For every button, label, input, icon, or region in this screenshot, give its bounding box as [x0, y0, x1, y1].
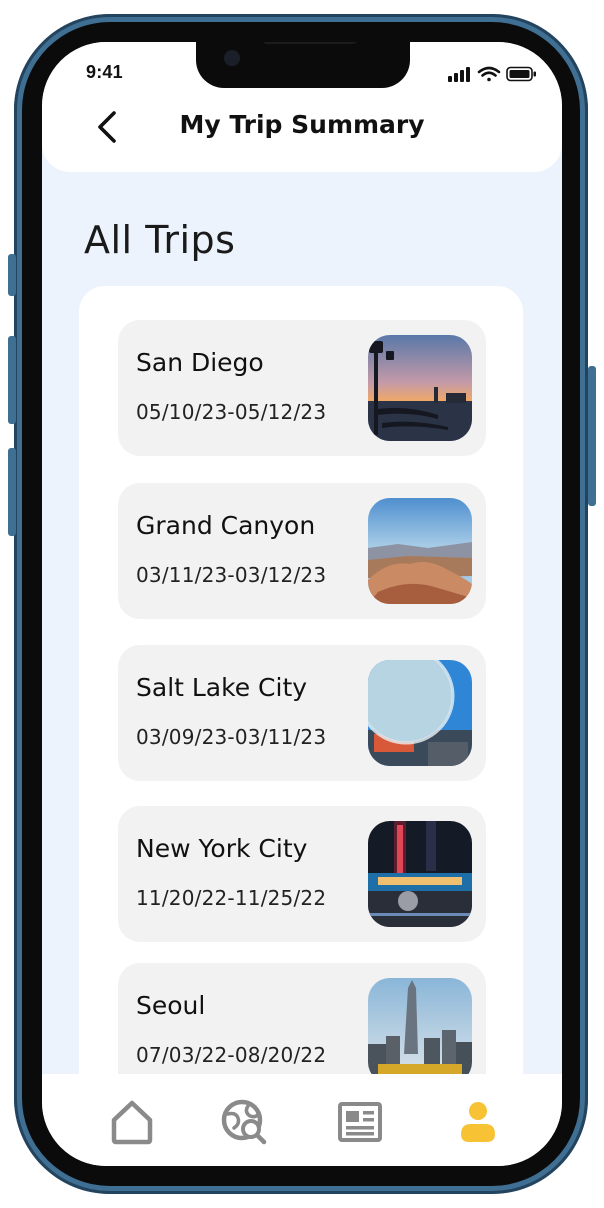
battery-icon — [506, 66, 536, 82]
trip-name: New York City — [136, 834, 308, 863]
trip-card-san-diego[interactable]: San Diego 05/10/23-05/12/23 — [118, 320, 486, 456]
page-title: My Trip Summary — [179, 110, 425, 139]
nav-explore[interactable] — [220, 1098, 268, 1146]
nav-news[interactable] — [336, 1098, 384, 1146]
trip-dates: 11/20/22-11/25/22 — [136, 886, 327, 910]
wifi-icon — [477, 66, 501, 82]
power-button — [588, 366, 596, 506]
news-icon — [338, 1102, 382, 1142]
status-time: 9:41 — [86, 62, 123, 82]
front-camera — [224, 50, 240, 66]
home-icon — [111, 1100, 153, 1145]
nav-profile[interactable] — [454, 1098, 502, 1146]
trip-photo — [368, 821, 472, 927]
nav-home[interactable] — [108, 1098, 156, 1146]
trip-photo — [368, 335, 472, 441]
trip-photo — [368, 660, 472, 766]
status-icons — [448, 66, 538, 82]
trip-dates: 03/09/23-03/11/23 — [136, 725, 327, 749]
speaker — [262, 42, 358, 44]
volume-up-button — [8, 336, 16, 424]
trip-dates: 07/03/22-08/20/22 — [136, 1043, 327, 1067]
trip-photo — [368, 978, 472, 1084]
section-title: All Trips — [84, 218, 236, 262]
trip-card-salt-lake-city[interactable]: Salt Lake City 03/09/23-03/11/23 — [118, 645, 486, 781]
trip-name: Seoul — [136, 991, 206, 1020]
trip-name: San Diego — [136, 348, 264, 377]
mute-switch — [8, 254, 16, 296]
trip-photo — [368, 498, 472, 604]
trip-card-new-york-city[interactable]: New York City 11/20/22-11/25/22 — [118, 806, 486, 942]
volume-down-button — [8, 448, 16, 536]
bottom-nav — [42, 1074, 562, 1166]
profile-icon — [461, 1102, 495, 1142]
explore-globe-search-icon — [221, 1099, 267, 1145]
trip-name: Salt Lake City — [136, 673, 308, 702]
cellular-signal-icon — [448, 67, 470, 82]
trip-name: Grand Canyon — [136, 511, 316, 540]
trip-dates: 05/10/23-05/12/23 — [136, 400, 327, 424]
trip-card-grand-canyon[interactable]: Grand Canyon 03/11/23-03/12/23 — [118, 483, 486, 619]
trip-dates: 03/11/23-03/12/23 — [136, 563, 327, 587]
notch — [196, 42, 410, 88]
screen: 9:41 My Trip Summary All Trips San Diego… — [42, 42, 562, 1166]
